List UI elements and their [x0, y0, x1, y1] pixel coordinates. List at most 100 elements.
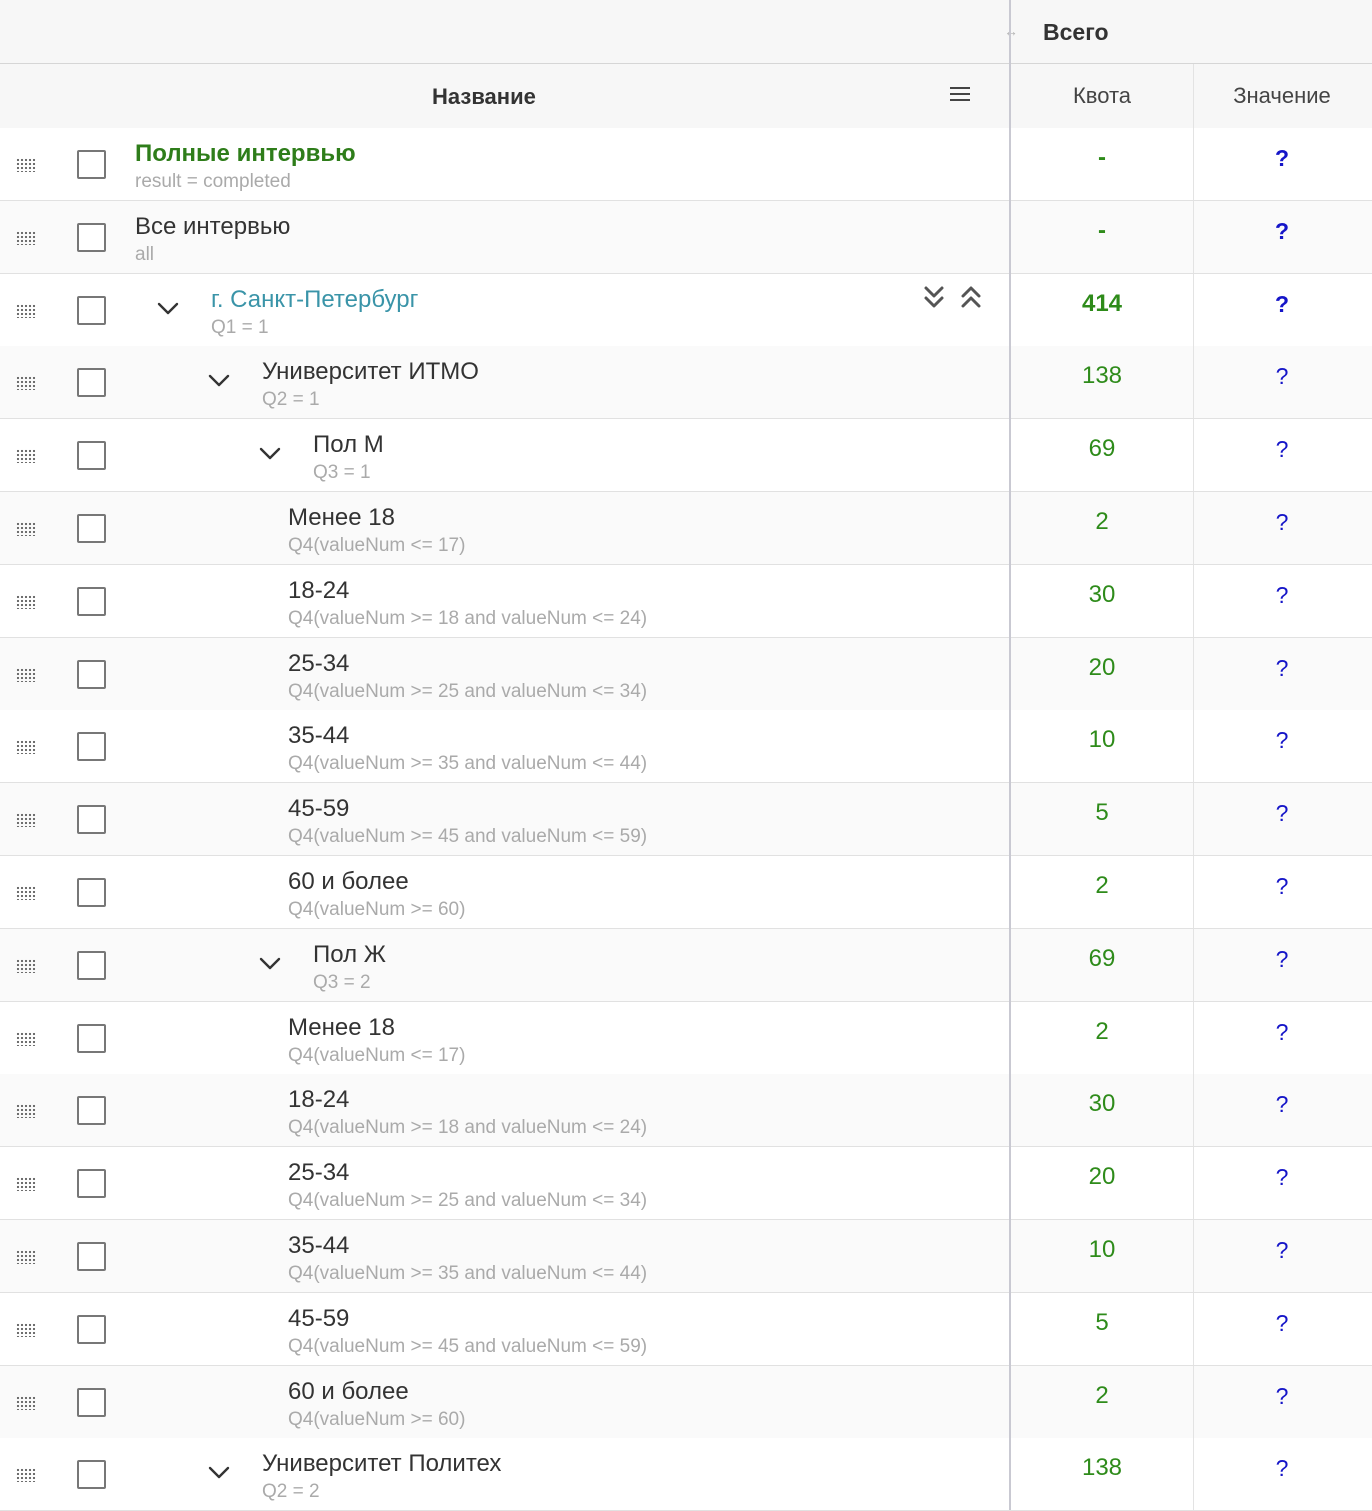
table-row[interactable]: Пол Ж Q3 = 2 69? — [0, 928, 1372, 1002]
drag-handle-icon[interactable] — [16, 1468, 36, 1483]
row-checkbox[interactable] — [77, 1387, 106, 1417]
hamburger-menu-icon[interactable] — [950, 84, 972, 102]
drag-handle-icon[interactable] — [16, 1395, 36, 1410]
row-checkbox[interactable] — [77, 1096, 106, 1126]
drag-handle-icon[interactable] — [16, 376, 36, 391]
table-row[interactable]: 45-59 Q4(valueNum >= 45 and valueNum <= 5… — [0, 783, 1372, 857]
value-cell[interactable]: ? — [1192, 638, 1372, 710]
table-row[interactable]: 60 и более Q4(valueNum >= 60) 2? — [0, 856, 1372, 929]
quota-cell[interactable]: 2 — [1010, 1001, 1194, 1074]
column-title-name[interactable]: Название — [432, 84, 536, 110]
drag-handle-icon[interactable] — [16, 813, 36, 828]
column-title-quota[interactable]: Квота — [1010, 64, 1194, 128]
quota-cell[interactable]: 138 — [1010, 1438, 1194, 1511]
drag-handle-icon[interactable] — [16, 594, 36, 609]
double-chevron-down-icon[interactable] — [922, 284, 946, 312]
quota-cell[interactable]: 5 — [1010, 1292, 1194, 1365]
value-cell[interactable]: ? — [1192, 492, 1372, 564]
table-row[interactable]: Менее 18 Q4(valueNum <= 17) 2? — [0, 492, 1372, 565]
row-checkbox[interactable] — [77, 222, 106, 252]
drag-handle-icon[interactable] — [16, 667, 36, 682]
value-cell[interactable]: ? — [1192, 274, 1372, 346]
value-cell[interactable]: ? — [1192, 1002, 1372, 1074]
quota-cell[interactable]: 10 — [1010, 1220, 1194, 1292]
value-cell[interactable]: ? — [1192, 1074, 1372, 1146]
row-checkbox[interactable] — [77, 150, 106, 179]
value-cell[interactable]: ? — [1192, 419, 1372, 491]
table-row[interactable]: 25-34 Q4(valueNum >= 25 and valueNum <= 3… — [0, 1147, 1372, 1221]
row-checkbox[interactable] — [77, 878, 106, 907]
row-checkbox[interactable] — [77, 1242, 106, 1271]
row-checkbox[interactable] — [77, 950, 106, 980]
quota-cell[interactable]: 2 — [1010, 856, 1194, 928]
table-row[interactable]: Все интервью all -? — [0, 200, 1372, 274]
drag-handle-icon[interactable] — [16, 740, 36, 755]
table-row[interactable]: г. Санкт-Петербург Q1 = 1 414? — [0, 273, 1372, 347]
value-cell[interactable]: ? — [1192, 1438, 1372, 1510]
chevron-down-icon[interactable] — [207, 368, 231, 392]
drag-handle-icon[interactable] — [16, 1250, 36, 1264]
quota-cell[interactable]: - — [1010, 200, 1194, 273]
chevron-down-icon[interactable] — [258, 441, 282, 465]
quota-cell[interactable]: 20 — [1010, 637, 1194, 710]
quota-cell[interactable]: 2 — [1010, 1365, 1194, 1438]
quota-cell[interactable]: 30 — [1010, 564, 1194, 637]
row-checkbox[interactable] — [77, 732, 106, 762]
table-row[interactable]: 18-24 Q4(valueNum >= 18 and valueNum <= 2… — [0, 564, 1372, 638]
chevron-down-icon[interactable] — [156, 296, 180, 320]
column-title-value[interactable]: Значение — [1192, 64, 1372, 128]
value-cell[interactable]: ? — [1192, 1147, 1372, 1219]
quota-cell[interactable]: 138 — [1010, 346, 1194, 419]
row-checkbox[interactable] — [77, 805, 106, 835]
value-cell[interactable]: ? — [1192, 1220, 1372, 1292]
quota-cell[interactable]: 414 — [1010, 273, 1194, 346]
row-checkbox[interactable] — [77, 659, 106, 689]
drag-handle-icon[interactable] — [16, 958, 36, 973]
drag-handle-icon[interactable] — [16, 1104, 36, 1119]
row-checkbox[interactable] — [77, 586, 106, 616]
table-row[interactable]: Университет Политех Q2 = 2 138? — [0, 1438, 1372, 1511]
table-row[interactable]: 18-24 Q4(valueNum >= 18 and valueNum <= 2… — [0, 1074, 1372, 1148]
row-title[interactable]: г. Санкт-Петербург — [211, 286, 418, 314]
row-checkbox[interactable] — [77, 1460, 106, 1490]
value-cell[interactable]: ? — [1192, 1293, 1372, 1365]
drag-handle-icon[interactable] — [16, 1322, 36, 1337]
value-cell[interactable]: ? — [1192, 565, 1372, 637]
drag-handle-icon[interactable] — [16, 1177, 36, 1192]
table-row[interactable]: Университет ИТМО Q2 = 1 138? — [0, 346, 1372, 420]
quota-cell[interactable]: 10 — [1010, 710, 1194, 783]
drag-handle-icon[interactable] — [16, 158, 36, 172]
table-row[interactable]: Пол М Q3 = 1 69? — [0, 419, 1372, 493]
drag-handle-icon[interactable] — [16, 303, 36, 318]
quota-cell[interactable]: 2 — [1010, 492, 1194, 564]
table-row[interactable]: 35-44 Q4(valueNum >= 35 and valueNum <= 4… — [0, 1220, 1372, 1293]
value-cell[interactable]: ? — [1192, 856, 1372, 928]
value-cell[interactable]: ? — [1192, 710, 1372, 782]
drag-handle-icon[interactable] — [16, 1031, 36, 1046]
row-checkbox[interactable] — [77, 295, 106, 325]
row-checkbox[interactable] — [77, 1023, 106, 1053]
chevron-down-icon[interactable] — [207, 1460, 231, 1484]
table-row[interactable]: 60 и более Q4(valueNum >= 60) 2? — [0, 1365, 1372, 1439]
drag-handle-icon[interactable] — [16, 886, 36, 900]
drag-handle-icon[interactable] — [16, 522, 36, 536]
value-cell[interactable]: ? — [1192, 346, 1372, 418]
value-cell[interactable]: ? — [1192, 783, 1372, 855]
quota-cell[interactable]: 69 — [1010, 928, 1194, 1001]
value-cell[interactable]: ? — [1192, 201, 1372, 273]
value-cell[interactable]: ? — [1192, 1366, 1372, 1438]
row-checkbox[interactable] — [77, 368, 106, 398]
value-cell[interactable]: ? — [1192, 128, 1372, 200]
table-row[interactable]: 25-34 Q4(valueNum >= 25 and valueNum <= 3… — [0, 637, 1372, 711]
quota-cell[interactable]: 5 — [1010, 783, 1194, 856]
table-row[interactable]: Менее 18 Q4(valueNum <= 17) 2? — [0, 1001, 1372, 1075]
table-row[interactable]: 45-59 Q4(valueNum >= 45 and valueNum <= 5… — [0, 1292, 1372, 1366]
value-cell[interactable]: ? — [1192, 929, 1372, 1001]
table-row[interactable]: 35-44 Q4(valueNum >= 35 and valueNum <= 4… — [0, 710, 1372, 784]
drag-handle-icon[interactable] — [16, 449, 36, 464]
row-checkbox[interactable] — [77, 441, 106, 471]
double-chevron-up-icon[interactable] — [959, 284, 983, 312]
quota-cell[interactable]: 20 — [1010, 1147, 1194, 1220]
table-row[interactable]: Полные интервью result = completed -? — [0, 128, 1372, 201]
quota-cell[interactable]: 69 — [1010, 419, 1194, 492]
